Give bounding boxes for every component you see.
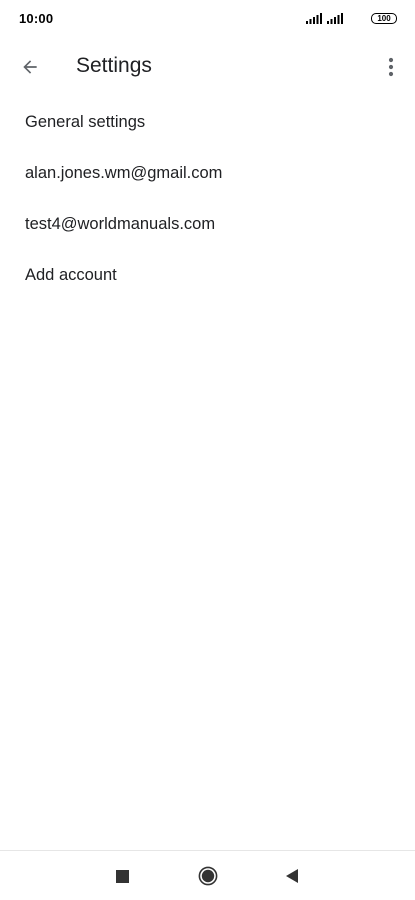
recent-apps-button[interactable] bbox=[107, 861, 137, 891]
settings-item-account-gmail[interactable]: alan.jones.wm@gmail.com bbox=[0, 148, 415, 199]
home-icon bbox=[198, 866, 218, 886]
navigation-bar bbox=[0, 850, 415, 900]
home-button[interactable] bbox=[193, 861, 223, 891]
nav-back-button[interactable] bbox=[277, 861, 307, 891]
settings-item-account-worldmanuals[interactable]: test4@worldmanuals.com bbox=[0, 199, 415, 250]
settings-list: General settings alan.jones.wm@gmail.com… bbox=[0, 97, 415, 301]
settings-item-general[interactable]: General settings bbox=[0, 97, 415, 148]
signal-icon bbox=[306, 13, 322, 24]
status-bar: 10:00 100 bbox=[0, 0, 415, 36]
app-bar: Settings bbox=[0, 36, 415, 98]
settings-item-label: alan.jones.wm@gmail.com bbox=[25, 164, 223, 182]
settings-item-label: General settings bbox=[25, 113, 146, 131]
arrow-back-icon bbox=[23, 60, 37, 74]
battery-level: 100 bbox=[371, 13, 397, 24]
back-triangle-icon bbox=[286, 869, 298, 883]
status-time: 10:00 bbox=[19, 11, 54, 26]
settings-item-label: test4@worldmanuals.com bbox=[25, 215, 216, 233]
back-button[interactable] bbox=[10, 47, 50, 87]
more-options-button[interactable] bbox=[371, 47, 411, 87]
recent-apps-icon bbox=[115, 869, 129, 883]
battery-icon: 100 bbox=[371, 13, 397, 24]
signal-icon bbox=[327, 13, 343, 24]
page-title: Settings bbox=[76, 54, 152, 77]
settings-item-label: Add account bbox=[25, 266, 117, 284]
settings-item-add-account[interactable]: Add account bbox=[0, 250, 415, 301]
more-vert-icon bbox=[388, 57, 394, 77]
